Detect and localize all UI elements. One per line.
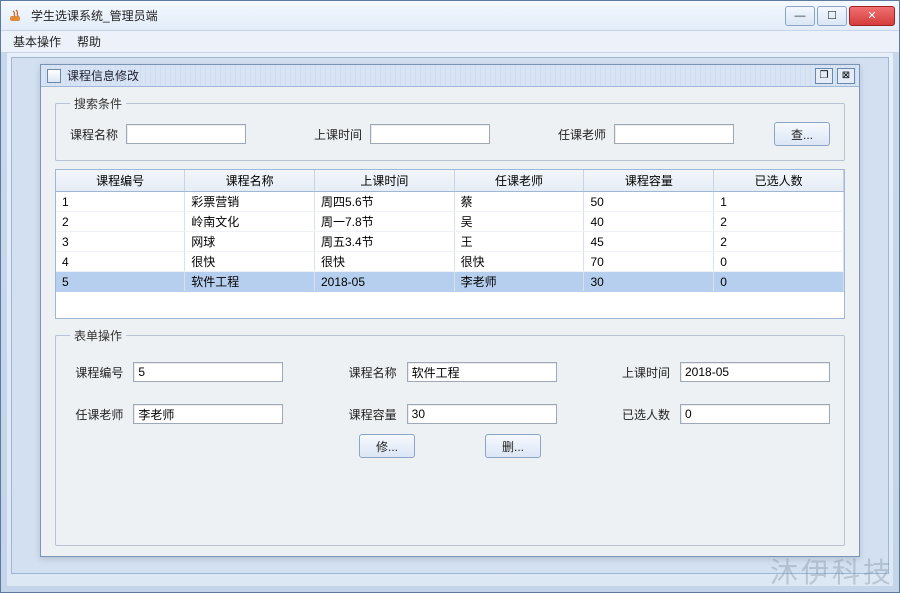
form-group: 表单操作 课程编号 课程名称 上课时间 任课老师 课程容量 <box>55 327 845 546</box>
table-cell[interactable]: 70 <box>584 252 714 272</box>
form-selected-input[interactable] <box>680 404 830 424</box>
search-course-name-input[interactable] <box>126 124 246 144</box>
window-controls: — ☐ ✕ <box>783 6 895 26</box>
form-time-label: 上课时间 <box>622 364 670 381</box>
table-cell[interactable]: 王 <box>454 232 584 252</box>
table-cell[interactable]: 40 <box>584 212 714 232</box>
form-teacher-input[interactable] <box>133 404 283 424</box>
table-row[interactable]: 5软件工程2018-05李老师300 <box>56 272 844 292</box>
table-header[interactable]: 课程名称 <box>185 170 315 192</box>
search-group: 搜索条件 课程名称 上课时间 任课老师 <box>55 95 845 161</box>
form-name-label: 课程名称 <box>349 364 397 381</box>
search-time-input[interactable] <box>370 124 490 144</box>
table-cell[interactable]: 软件工程 <box>185 272 315 292</box>
table-cell[interactable]: 网球 <box>185 232 315 252</box>
table-cell[interactable]: 很快 <box>314 252 454 272</box>
table-row[interactable]: 1彩票营销周四5.6节蔡501 <box>56 192 844 212</box>
form-teacher-label: 任课老师 <box>75 406 123 423</box>
search-legend: 搜索条件 <box>70 95 126 112</box>
table-cell[interactable]: 2 <box>714 212 844 232</box>
main-window: 学生选课系统_管理员端 — ☐ ✕ 基本操作 帮助 课程信息修改 ❐ ⊠ 搜索 <box>0 0 900 593</box>
form-legend: 表单操作 <box>70 327 126 344</box>
table-cell[interactable]: 0 <box>714 272 844 292</box>
table-cell[interactable]: 0 <box>714 252 844 272</box>
table-cell[interactable]: 50 <box>584 192 714 212</box>
search-time-label: 上课时间 <box>314 126 362 143</box>
maximize-button[interactable]: ☐ <box>817 6 847 26</box>
table-row[interactable]: 3网球周五3.4节王452 <box>56 232 844 252</box>
form-id-input[interactable] <box>133 362 283 382</box>
menu-basic[interactable]: 基本操作 <box>13 33 61 50</box>
form-name-input[interactable] <box>407 362 557 382</box>
internal-frame: 课程信息修改 ❐ ⊠ 搜索条件 课程名称 <box>40 64 860 557</box>
table-header[interactable]: 上课时间 <box>314 170 454 192</box>
table-cell[interactable]: 李老师 <box>454 272 584 292</box>
search-button[interactable]: 查... <box>774 122 830 146</box>
form-selected-label: 已选人数 <box>622 406 670 423</box>
table-cell[interactable]: 吴 <box>454 212 584 232</box>
document-icon <box>47 69 61 83</box>
table-cell[interactable]: 很快 <box>454 252 584 272</box>
table-cell[interactable]: 2018-05 <box>314 272 454 292</box>
table-header[interactable]: 任课老师 <box>454 170 584 192</box>
table-cell[interactable]: 5 <box>56 272 185 292</box>
search-teacher-input[interactable] <box>614 124 734 144</box>
search-teacher-label: 任课老师 <box>558 126 606 143</box>
search-course-name-label: 课程名称 <box>70 126 118 143</box>
internal-frame-titlebar: 课程信息修改 ❐ ⊠ <box>41 65 859 87</box>
java-app-icon <box>9 8 25 24</box>
table-cell[interactable]: 30 <box>584 272 714 292</box>
table-cell[interactable]: 岭南文化 <box>185 212 315 232</box>
table-cell[interactable]: 4 <box>56 252 185 272</box>
table-header[interactable]: 课程编号 <box>56 170 185 192</box>
table-row[interactable]: 4很快很快很快700 <box>56 252 844 272</box>
minimize-button[interactable]: — <box>785 6 815 26</box>
table-cell[interactable]: 蔡 <box>454 192 584 212</box>
table-cell[interactable]: 2 <box>714 232 844 252</box>
table-cell[interactable]: 3 <box>56 232 185 252</box>
menu-help[interactable]: 帮助 <box>77 33 101 50</box>
internal-frame-body: 搜索条件 课程名称 上课时间 任课老师 <box>41 87 859 556</box>
table-cell[interactable]: 1 <box>714 192 844 212</box>
desktop-pane: 课程信息修改 ❐ ⊠ 搜索条件 课程名称 <box>11 57 889 574</box>
titlebar: 学生选课系统_管理员端 — ☐ ✕ <box>1 1 899 31</box>
internal-frame-title: 课程信息修改 <box>67 67 809 84</box>
table-cell[interactable]: 2 <box>56 212 185 232</box>
table-cell[interactable]: 周五3.4节 <box>314 232 454 252</box>
course-table-wrap: 课程编号课程名称上课时间任课老师课程容量已选人数 1彩票营销周四5.6节蔡501… <box>55 169 845 319</box>
form-time-input[interactable] <box>680 362 830 382</box>
table-cell[interactable]: 周四5.6节 <box>314 192 454 212</box>
table-cell[interactable]: 45 <box>584 232 714 252</box>
delete-button[interactable]: 删... <box>485 434 541 458</box>
internal-close-button[interactable]: ⊠ <box>837 68 855 84</box>
close-button[interactable]: ✕ <box>849 6 895 26</box>
table-row[interactable]: 2岭南文化周一7.8节吴402 <box>56 212 844 232</box>
form-id-label: 课程编号 <box>75 364 123 381</box>
form-capacity-label: 课程容量 <box>349 406 397 423</box>
menubar: 基本操作 帮助 <box>1 31 899 53</box>
table-header[interactable]: 课程容量 <box>584 170 714 192</box>
table-cell[interactable]: 1 <box>56 192 185 212</box>
form-capacity-input[interactable] <box>407 404 557 424</box>
window-title: 学生选课系统_管理员端 <box>31 7 783 24</box>
table-cell[interactable]: 很快 <box>185 252 315 272</box>
table-cell[interactable]: 周一7.8节 <box>314 212 454 232</box>
internal-maximize-button[interactable]: ❐ <box>815 68 833 84</box>
course-table[interactable]: 课程编号课程名称上课时间任课老师课程容量已选人数 1彩票营销周四5.6节蔡501… <box>56 170 844 292</box>
table-header[interactable]: 已选人数 <box>714 170 844 192</box>
table-cell[interactable]: 彩票营销 <box>185 192 315 212</box>
edit-button[interactable]: 修... <box>359 434 415 458</box>
